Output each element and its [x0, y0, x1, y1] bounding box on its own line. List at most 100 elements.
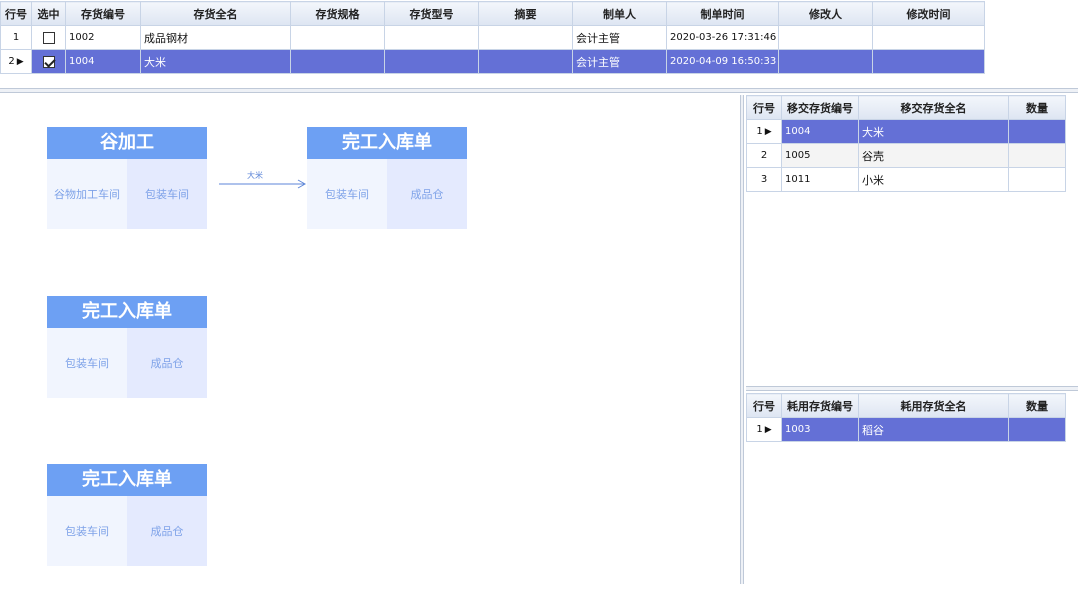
spec-cell[interactable]: [290, 25, 385, 50]
quantity-cell[interactable]: [1008, 143, 1066, 168]
col-header-transfer-code[interactable]: 移交存货编号: [781, 95, 859, 120]
flow-card-to: 成品仓: [127, 496, 207, 566]
row-number: 1 ▶: [746, 417, 782, 442]
select-cell[interactable]: [31, 25, 66, 50]
transfer-header-row: 行号 移交存货编号 移交存货全名 数量: [746, 95, 1066, 120]
table-row[interactable]: 2 ▶ 1004 大米 会计主管 2020-04-09 16:50:33: [0, 49, 985, 74]
table-row[interactable]: 1 ▶ 1003 稻谷: [746, 417, 1066, 442]
current-row-indicator-icon: ▶: [16, 57, 24, 67]
modifier-cell[interactable]: [778, 25, 873, 50]
code-cell[interactable]: 1004: [781, 119, 859, 144]
code-cell[interactable]: 1011: [781, 167, 859, 192]
flow-card-to: 成品仓: [387, 159, 467, 229]
col-header-model[interactable]: 存货型号: [384, 1, 479, 26]
row-number: 1 ▶: [746, 119, 782, 144]
quantity-cell[interactable]: [1008, 167, 1066, 192]
col-header-quantity[interactable]: 数量: [1008, 95, 1066, 120]
col-header-rownum[interactable]: 行号: [0, 1, 32, 26]
table-row[interactable]: 1 1002 成品钢材 会计主管 2020-03-26 17:31:46: [0, 25, 985, 50]
modified-time-cell[interactable]: [872, 25, 985, 50]
col-header-maker[interactable]: 制单人: [572, 1, 667, 26]
consumed-items-panel: 行号 耗用存货编号 耗用存货全名 数量 1 ▶ 1003 稻谷: [746, 393, 1078, 584]
flow-card-from: 谷物加工车间: [47, 159, 127, 229]
maker-cell[interactable]: 会计主管: [572, 49, 667, 74]
current-row-indicator-icon: ▶: [764, 127, 772, 137]
col-header-spec[interactable]: 存货规格: [290, 1, 385, 26]
flow-card-body: 包装车间 成品仓: [307, 159, 467, 229]
code-cell[interactable]: 1002: [65, 25, 141, 50]
row-checkbox[interactable]: [42, 55, 55, 68]
vertical-splitter[interactable]: [740, 95, 744, 584]
flow-card-finished-goods-receipt[interactable]: 完工入库单 包装车间 成品仓: [307, 127, 467, 229]
name-cell[interactable]: 成品钢材: [140, 25, 291, 50]
row-number: 2 ▶: [0, 49, 32, 74]
flow-card-to: 包装车间: [127, 159, 207, 229]
modifier-cell[interactable]: [778, 49, 873, 74]
modified-time-cell[interactable]: [872, 49, 985, 74]
quantity-cell[interactable]: [1008, 417, 1066, 442]
row-number: 1: [0, 25, 32, 50]
col-header-rownum[interactable]: 行号: [746, 393, 782, 418]
horizontal-splitter[interactable]: [0, 88, 1078, 93]
row-number: 2: [746, 143, 782, 168]
flow-card-finished-goods-receipt[interactable]: 完工入库单 包装车间 成品仓: [47, 296, 207, 398]
flow-card-title: 谷加工: [47, 127, 207, 159]
consumed-header-row: 行号 耗用存货编号 耗用存货全名 数量: [746, 393, 1066, 418]
transfer-items-table: 行号 移交存货编号 移交存货全名 数量 1 ▶ 1004 大米 2 1005 谷壳: [746, 95, 1066, 192]
spec-cell[interactable]: [290, 49, 385, 74]
flow-card-grain-processing[interactable]: 谷加工 谷物加工车间 包装车间: [47, 127, 207, 229]
col-header-rownum[interactable]: 行号: [746, 95, 782, 120]
inventory-header-row: 行号 选中 存货编号 存货全名 存货规格 存货型号 摘要 制单人 制单时间 修改…: [0, 1, 985, 26]
flow-card-body: 包装车间 成品仓: [47, 496, 207, 566]
summary-cell[interactable]: [478, 25, 573, 50]
table-row[interactable]: 1 ▶ 1004 大米: [746, 119, 1066, 144]
flow-connector-label: 大米: [247, 171, 263, 180]
flow-card-from: 包装车间: [47, 496, 127, 566]
col-header-selected[interactable]: 选中: [31, 1, 66, 26]
name-cell[interactable]: 大米: [858, 119, 1009, 144]
flow-card-title: 完工入库单: [307, 127, 467, 159]
flow-card-body: 包装车间 成品仓: [47, 328, 207, 398]
row-number: 3: [746, 167, 782, 192]
model-cell[interactable]: [384, 49, 479, 74]
col-header-consumed-name[interactable]: 耗用存货全名: [858, 393, 1009, 418]
flow-card-from: 包装车间: [47, 328, 127, 398]
flow-card-title: 完工入库单: [47, 296, 207, 328]
model-cell[interactable]: [384, 25, 479, 50]
code-cell[interactable]: 1005: [781, 143, 859, 168]
name-cell[interactable]: 稻谷: [858, 417, 1009, 442]
col-header-quantity[interactable]: 数量: [1008, 393, 1066, 418]
col-header-summary[interactable]: 摘要: [478, 1, 573, 26]
select-cell[interactable]: [31, 49, 66, 74]
current-row-indicator-icon: ▶: [764, 425, 772, 435]
col-header-made-time[interactable]: 制单时间: [666, 1, 779, 26]
col-header-consumed-code[interactable]: 耗用存货编号: [781, 393, 859, 418]
name-cell[interactable]: 谷壳: [858, 143, 1009, 168]
col-header-name[interactable]: 存货全名: [140, 1, 291, 26]
flow-card-title: 完工入库单: [47, 464, 207, 496]
process-flow-canvas: 谷加工 谷物加工车间 包装车间 大米 完工入库单 包装车间 成品仓 完工入库单 …: [0, 95, 740, 585]
arrow-right-icon: [219, 179, 307, 189]
table-row[interactable]: 3 1011 小米: [746, 167, 1066, 192]
maker-cell[interactable]: 会计主管: [572, 25, 667, 50]
transfer-items-panel: 行号 移交存货编号 移交存货全名 数量 1 ▶ 1004 大米 2 1005 谷壳: [746, 95, 1078, 386]
flow-card-to: 成品仓: [127, 328, 207, 398]
code-cell[interactable]: 1003: [781, 417, 859, 442]
code-cell[interactable]: 1004: [65, 49, 141, 74]
col-header-code[interactable]: 存货编号: [65, 1, 141, 26]
flow-card-finished-goods-receipt[interactable]: 完工入库单 包装车间 成品仓: [47, 464, 207, 566]
name-cell[interactable]: 小米: [858, 167, 1009, 192]
col-header-modified-time[interactable]: 修改时间: [872, 1, 985, 26]
consumed-items-table: 行号 耗用存货编号 耗用存货全名 数量 1 ▶ 1003 稻谷: [746, 393, 1066, 442]
made-time-cell[interactable]: 2020-04-09 16:50:33: [666, 49, 779, 74]
right-horizontal-splitter[interactable]: [746, 386, 1078, 391]
name-cell[interactable]: 大米: [140, 49, 291, 74]
col-header-modifier[interactable]: 修改人: [778, 1, 873, 26]
row-checkbox[interactable]: [42, 31, 55, 44]
table-row[interactable]: 2 1005 谷壳: [746, 143, 1066, 168]
col-header-transfer-name[interactable]: 移交存货全名: [858, 95, 1009, 120]
quantity-cell[interactable]: [1008, 119, 1066, 144]
made-time-cell[interactable]: 2020-03-26 17:31:46: [666, 25, 779, 50]
summary-cell[interactable]: [478, 49, 573, 74]
inventory-table: 行号 选中 存货编号 存货全名 存货规格 存货型号 摘要 制单人 制单时间 修改…: [0, 1, 985, 74]
